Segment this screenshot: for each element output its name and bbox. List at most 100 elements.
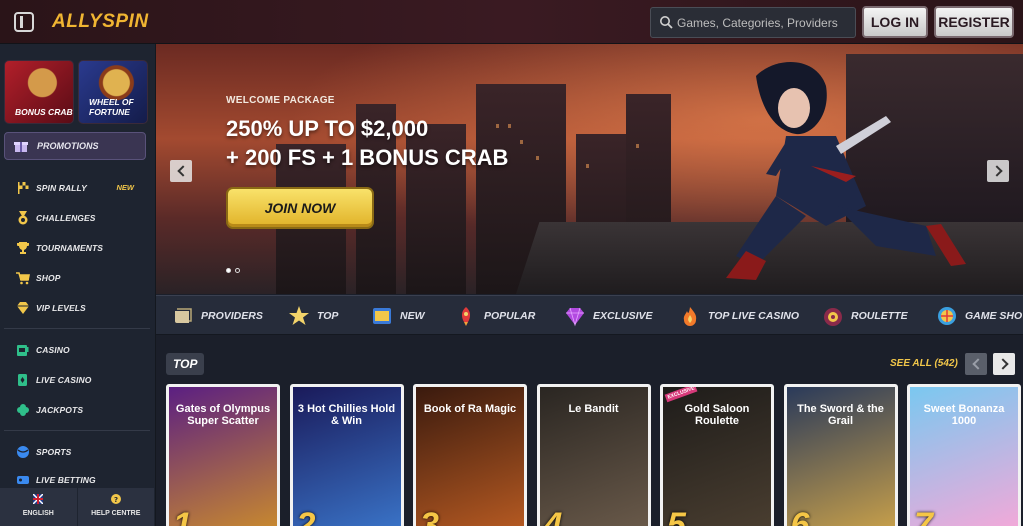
gift-icon <box>14 142 28 152</box>
exclusive-badge: EXCLUSIVE <box>664 387 698 403</box>
language-label: ENGLISH <box>22 510 54 517</box>
section-title: TOP <box>166 353 205 375</box>
game-title: Book of Ra Magic <box>423 403 517 415</box>
promotions-button[interactable]: PROMOTIONS <box>4 132 146 160</box>
sidebar-item-shop[interactable]: SHOP <box>0 268 150 288</box>
top-games-section: TOP SEE ALL (542) Gates of Olympus Super… <box>156 336 1023 526</box>
site-logo[interactable]: ALLYSPIN <box>52 11 149 33</box>
carousel-dots <box>226 268 240 273</box>
sidebar-divider <box>4 328 150 329</box>
help-icon: ? <box>110 494 121 504</box>
help-centre-link[interactable]: ? HELP CENTRE <box>78 488 155 526</box>
tile-label: BONUS CRAB <box>15 107 73 117</box>
register-button[interactable]: REGISTER <box>934 6 1014 38</box>
new-badge-icon <box>373 308 391 324</box>
game-card[interactable]: Book of Ra Magic 3 <box>413 384 527 526</box>
sidebar-item-live-betting[interactable]: LIVE BETTING <box>0 470 150 490</box>
category-exclusive[interactable]: EXCLUSIVE <box>564 296 653 334</box>
category-label: GAME SHO <box>965 310 1023 322</box>
category-roulette[interactable]: ROULETTE <box>822 296 908 334</box>
category-label: EXCLUSIVE <box>593 310 653 322</box>
sidebar-item-sports[interactable]: SPORTS <box>0 442 150 462</box>
trophy-icon <box>17 242 29 254</box>
sidebar-item-label: SPORTS <box>36 447 72 457</box>
game-title: Gold Saloon Roulette <box>684 403 750 427</box>
sidebar-item-label: TOURNAMENTS <box>36 243 104 253</box>
category-popular[interactable]: POPULAR <box>455 296 536 334</box>
games-next-button[interactable] <box>993 353 1015 375</box>
game-title: Gates of Olympus Super Scatter <box>175 403 271 427</box>
live-icon <box>17 476 29 484</box>
search-input[interactable] <box>677 8 853 37</box>
sidebar-divider <box>4 430 150 431</box>
ball-icon <box>17 446 29 458</box>
search-icon <box>660 16 673 29</box>
login-button[interactable]: LOG IN <box>862 6 928 38</box>
slot-icon <box>17 345 29 356</box>
category-label: PROVIDERS <box>201 310 263 322</box>
game-rank: 5 <box>667 506 686 526</box>
category-game-shows[interactable]: GAME SHO <box>936 296 1023 334</box>
building-window <box>508 124 511 128</box>
sidebar-item-jackpots[interactable]: JACKPOTS <box>0 400 150 420</box>
category-top-live-casino[interactable]: TOP LIVE CASINO <box>679 296 799 334</box>
game-card[interactable]: Le Bandit 4 <box>536 384 651 526</box>
diamond-icon <box>17 302 29 314</box>
game-title: Le Bandit <box>568 403 619 415</box>
language-selector[interactable]: ENGLISH <box>0 488 78 526</box>
heroine-illustration <box>726 62 966 280</box>
clover-icon <box>17 404 29 416</box>
fire-icon <box>683 307 697 326</box>
game-title: 3 Hot Chillies Hold & Win <box>297 403 396 427</box>
category-label: ROULETTE <box>851 310 908 322</box>
sidebar-item-label: LIVE CASINO <box>36 375 92 385</box>
banner-prev-arrow[interactable] <box>170 160 192 182</box>
category-providers[interactable]: PROVIDERS <box>172 296 263 334</box>
category-label: NEW <box>400 310 425 322</box>
sidebar-item-spin-rally[interactable]: SPIN RALLY NEW <box>0 178 150 198</box>
banner-eyebrow: WELCOME PACKAGE <box>226 95 335 106</box>
hero-banner: WELCOME PACKAGE 250% UP TO $2,000 + 200 … <box>156 44 1023 294</box>
sidebar-item-vip-levels[interactable]: VIP LEVELS <box>0 298 150 318</box>
game-rank: 1 <box>173 506 192 526</box>
building-window <box>636 144 639 148</box>
join-now-button[interactable]: JOIN NOW <box>226 187 374 229</box>
cards-icon <box>18 374 27 386</box>
sidebar-toggle-icon[interactable] <box>14 12 34 32</box>
game-rank: 6 <box>790 506 810 526</box>
game-card[interactable]: EXCLUSIVE Gold Saloon Roulette 5 <box>660 384 774 526</box>
see-all-link[interactable]: SEE ALL (542) <box>890 358 958 369</box>
top-header: ALLYSPIN LOG IN REGISTER <box>0 0 1023 44</box>
bonus-crab-tile[interactable]: BONUS CRAB <box>4 60 74 124</box>
game-card[interactable]: Sweet Bonanza 1000 7 <box>907 384 1021 526</box>
category-new[interactable]: NEW <box>371 296 425 334</box>
svg-text:?: ? <box>114 496 118 504</box>
sidebar-item-live-casino[interactable]: LIVE CASINO <box>0 370 150 390</box>
gem-icon <box>566 307 584 327</box>
games-prev-button[interactable] <box>965 353 987 375</box>
wheel-of-fortune-tile[interactable]: WHEEL OF FORTUNE <box>78 60 148 124</box>
flag-uk-icon <box>33 494 44 504</box>
game-card[interactable]: 3 Hot Chillies Hold & Win 2 <box>289 384 404 526</box>
category-label: TOP <box>317 310 339 322</box>
sidebar-item-label: CHALLENGES <box>36 213 96 223</box>
sidebar-item-casino[interactable]: CASINO <box>0 340 150 360</box>
banner-next-arrow[interactable] <box>987 160 1009 182</box>
category-label: POPULAR <box>484 310 536 322</box>
game-title: The Sword & the Grail <box>797 403 884 427</box>
search-box[interactable] <box>650 7 856 38</box>
tile-label: WHEEL OF FORTUNE <box>89 97 134 117</box>
carousel-dot[interactable] <box>235 268 240 273</box>
new-badge: NEW <box>116 183 135 192</box>
sidebar-item-challenges[interactable]: CHALLENGES <box>0 208 150 228</box>
sidebar-item-tournaments[interactable]: TOURNAMENTS <box>0 238 150 258</box>
sidebar: BONUS CRAB WHEEL OF FORTUNE PROMOTIONS S… <box>0 44 156 526</box>
carousel-dot[interactable] <box>226 268 231 273</box>
game-card[interactable]: Gates of Olympus Super Scatter 1 <box>166 384 280 526</box>
game-card[interactable]: The Sword & the Grail 6 <box>783 384 898 526</box>
sidebar-item-label: JACKPOTS <box>36 405 84 415</box>
promotions-label: PROMOTIONS <box>37 141 99 151</box>
medal-icon <box>18 211 28 225</box>
category-top[interactable]: TOP <box>288 296 339 334</box>
building-window <box>520 140 523 144</box>
